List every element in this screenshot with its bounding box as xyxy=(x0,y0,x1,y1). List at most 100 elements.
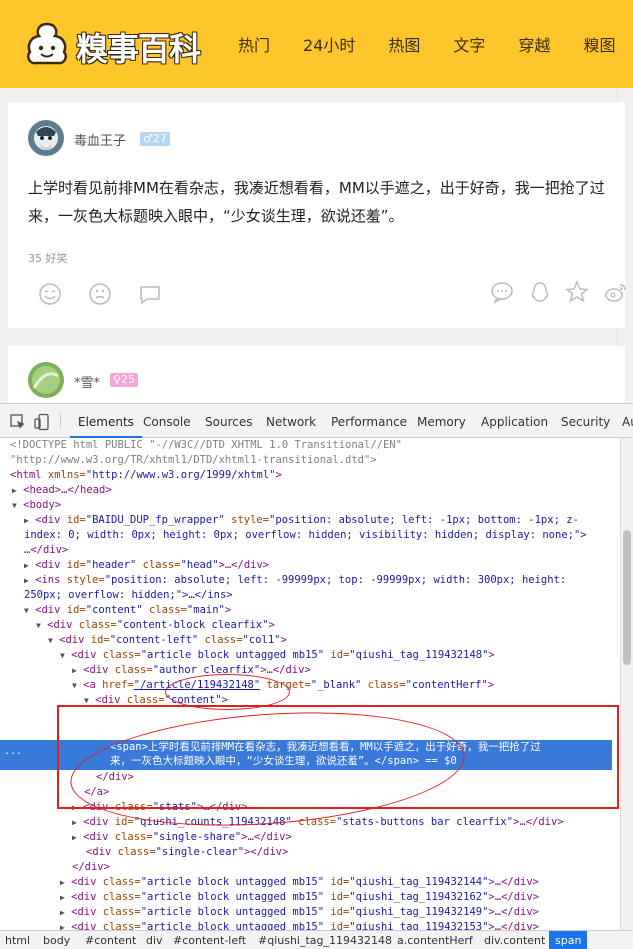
nav-item-history[interactable]: 穿越 xyxy=(518,35,550,59)
dom-node-html[interactable]: <html xmlns="http://www.w3.org/1999/xhtm… xyxy=(10,468,630,483)
dom-node-author[interactable]: ▶ <div class="author clearfix">…</div> xyxy=(72,663,633,678)
dom-node-article[interactable]: ▶ <div class="article block untagged mb1… xyxy=(60,875,633,890)
tab-console[interactable]: Console xyxy=(143,404,191,438)
author-name[interactable]: 毒血王子 xyxy=(74,130,126,149)
nav-item-24h[interactable]: 24小时 xyxy=(303,35,355,59)
dom-node-content-block[interactable]: ▼ <div class="content-block clearfix"> xyxy=(36,618,633,633)
dom-node-head[interactable]: ▶ <head>…</head> xyxy=(12,483,632,498)
author-avatar[interactable] xyxy=(28,120,64,156)
site-header: 糗事百科 热门 24小时 热图 文字 穿越 糗图 新 xyxy=(0,0,633,88)
expand-triangle-icon[interactable]: ▶ xyxy=(60,893,65,902)
dom-breadcrumb: html body #content div #content-left #qi… xyxy=(0,930,633,949)
gender-age-badge: ♂27 xyxy=(140,132,170,146)
device-toolbar-icon[interactable] xyxy=(33,413,51,431)
dom-node-content[interactable]: ▼ <div id="content" class="main"> xyxy=(24,603,633,618)
dom-node-body[interactable]: ▼ <body> xyxy=(12,498,632,513)
avatar-image-icon xyxy=(28,120,64,156)
dom-doctype-line[interactable]: <!DOCTYPE html PUBLIC "-//W3C//DTD XHTML… xyxy=(10,438,630,453)
main-nav: 热门 24小时 热图 文字 穿越 糗图 新 xyxy=(238,35,633,59)
breadcrumb-a-contentherf[interactable]: a.contentHerf xyxy=(397,931,473,949)
toolbar-divider xyxy=(60,413,61,429)
dom-doctype-line[interactable]: "http://www.w3.org/TR/xhtml1/DTD/xhtml1-… xyxy=(10,453,630,468)
expand-triangle-icon[interactable]: ▶ xyxy=(60,878,65,887)
expand-triangle-icon[interactable]: ▶ xyxy=(72,818,77,827)
breadcrumb-content-left[interactable]: #content-left xyxy=(173,931,246,949)
dom-node-article[interactable]: ▶ <div class="article block untagged mb1… xyxy=(60,890,633,905)
annotation-ellipse xyxy=(165,674,290,710)
expand-triangle-icon[interactable]: ▶ xyxy=(24,561,29,570)
collapse-triangle-icon[interactable]: ▼ xyxy=(24,606,29,615)
tab-memory[interactable]: Memory xyxy=(417,404,466,438)
nav-item-hot-images[interactable]: 热图 xyxy=(388,35,420,59)
collapse-triangle-icon[interactable]: ▼ xyxy=(60,651,65,660)
dom-node-ins[interactable]: ▶ <ins style="position: absolute; left: … xyxy=(24,573,633,588)
breadcrumb-qiushi-tag[interactable]: #qiushi_tag_119432148 xyxy=(258,931,392,949)
breadcrumb-body[interactable]: body xyxy=(43,931,70,949)
chat-share-icon[interactable] xyxy=(490,280,514,304)
dom-tree: <!DOCTYPE html PUBLIC "-//W3C//DTD XHTML… xyxy=(0,438,620,948)
collapse-triangle-icon[interactable]: ▼ xyxy=(12,501,17,510)
expand-triangle-icon[interactable]: ▶ xyxy=(72,666,77,675)
smile-vote-icon[interactable] xyxy=(38,282,62,306)
breadcrumb-div-content[interactable]: div.content xyxy=(484,931,545,949)
inspect-element-icon[interactable] xyxy=(9,413,27,431)
dom-attr-wrap-line: index: 0; width: 0px; height: 0px; overf… xyxy=(24,529,587,541)
article-content[interactable]: 上学时看见前排MM在看杂志，我凑近想看看，MM以手遮之，出于好奇，我一把抢了过来… xyxy=(28,174,628,230)
author-name[interactable]: *雪* xyxy=(74,372,100,391)
dom-node-anchor[interactable]: ▼ <a href="/article/119432148" target="_… xyxy=(72,678,633,693)
tab-network[interactable]: Network xyxy=(266,404,316,438)
nav-item-images[interactable]: 糗图 xyxy=(583,35,615,59)
tab-elements[interactable]: Elements xyxy=(70,404,142,438)
dom-close-div: </div> xyxy=(72,861,110,873)
tab-sources[interactable]: Sources xyxy=(205,404,252,438)
expand-triangle-icon[interactable]: ▶ xyxy=(24,576,29,585)
dom-attr-wrap-line: 250px; overflow: hidden;">…</ins> xyxy=(24,589,233,601)
qzone-share-icon[interactable] xyxy=(565,280,589,304)
collapse-triangle-icon[interactable]: ▼ xyxy=(36,621,41,630)
expand-triangle-icon[interactable]: ▶ xyxy=(12,486,17,495)
dom-node-baidu-wrapper[interactable]: ▶ <div id="BAIDU_DUP_fp_wrapper" style="… xyxy=(24,513,633,528)
breadcrumb-html[interactable]: html xyxy=(5,931,30,949)
author-avatar[interactable] xyxy=(28,362,64,398)
collapse-triangle-icon[interactable]: ▼ xyxy=(72,681,77,690)
node-menu-dots[interactable]: ... xyxy=(4,744,22,759)
dom-node-content-left[interactable]: ▼ <div id="content-left" class="col1"> xyxy=(48,633,633,648)
expand-triangle-icon[interactable]: ▶ xyxy=(72,833,77,842)
tab-application[interactable]: Application xyxy=(481,404,548,438)
dom-close-line: …</div> xyxy=(24,544,69,556)
logo-text: 糗事百科 xyxy=(76,30,201,68)
comment-icon[interactable] xyxy=(138,282,162,306)
dom-node-article[interactable]: ▼ <div class="article block untagged mb1… xyxy=(60,648,633,663)
article-card: 毒血王子 ♂27 上学时看见前排MM在看杂志，我凑近想看看，MM以手遮之，出于好… xyxy=(8,102,628,328)
breadcrumb-span[interactable]: span xyxy=(549,931,588,949)
scrollbar-thumb[interactable] xyxy=(623,530,631,665)
nav-item-hot[interactable]: 热门 xyxy=(238,35,270,59)
dom-node-single-clear[interactable]: <div class="single-clear"></div> xyxy=(86,845,633,860)
devtools-panel: Elements Console Sources Network Perform… xyxy=(0,403,633,949)
tab-audits[interactable]: Au xyxy=(622,404,633,438)
site-logo[interactable]: 糗事百科 xyxy=(24,20,201,70)
tab-performance[interactable]: Performance xyxy=(331,404,407,438)
dom-node-article[interactable]: ▶ <div class="article block untagged mb1… xyxy=(60,905,633,920)
dom-scrollbar[interactable] xyxy=(620,438,633,933)
avatar-image-icon xyxy=(28,362,64,398)
dom-node-single-share[interactable]: ▶ <div class="single-share">…</div> xyxy=(72,830,633,845)
nav-item-text[interactable]: 文字 xyxy=(453,35,485,59)
likes-count: 35 好笑 xyxy=(28,252,68,265)
collapse-triangle-icon[interactable]: ▼ xyxy=(48,636,53,645)
dom-node-header[interactable]: ▶ <div id="header" class="head">…</div> xyxy=(24,558,633,573)
expand-triangle-icon[interactable]: ▶ xyxy=(60,908,65,917)
article-card: *雪* ♀25 xyxy=(8,346,625,403)
weibo-share-icon[interactable] xyxy=(604,280,628,304)
gender-age-badge: ♀25 xyxy=(110,373,139,387)
website-viewport: 糗事百科 热门 24小时 热图 文字 穿越 糗图 新 毒血王子 ♂27 上学时看 xyxy=(0,0,633,403)
logo-mascot-icon xyxy=(27,22,67,65)
sad-vote-icon[interactable] xyxy=(88,282,112,306)
breadcrumb-div[interactable]: div xyxy=(146,931,163,949)
collapse-triangle-icon[interactable]: ▼ xyxy=(84,696,89,705)
breadcrumb-content[interactable]: #content xyxy=(85,931,136,949)
devtools-toolbar: Elements Console Sources Network Perform… xyxy=(0,404,633,438)
tab-security[interactable]: Security xyxy=(561,404,610,438)
expand-triangle-icon[interactable]: ▶ xyxy=(24,516,29,525)
qq-share-icon[interactable] xyxy=(528,280,552,304)
